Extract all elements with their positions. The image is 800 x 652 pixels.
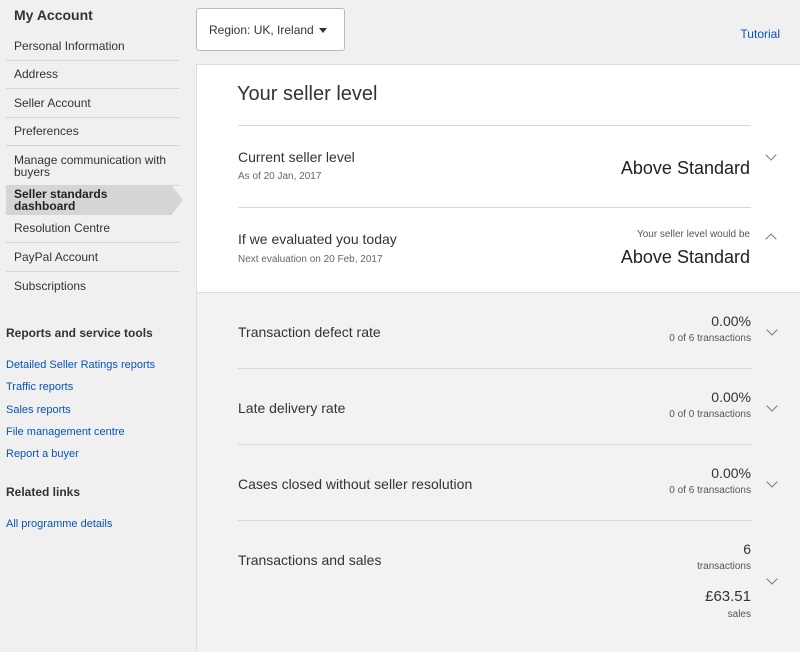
cases-closed-label: Cases closed without seller resolution <box>238 476 473 492</box>
tutorial-link[interactable]: Tutorial <box>740 27 780 41</box>
sidebar-item-address[interactable]: Address <box>6 61 179 89</box>
sidebar-item-preferences[interactable]: Preferences <box>6 118 179 146</box>
transaction-defect-rate-label: Transaction defect rate <box>238 324 381 340</box>
late-delivery-rate-sub: 0 of 0 transactions <box>669 409 751 420</box>
chevron-down-icon[interactable] <box>765 149 777 161</box>
related-links-heading: Related links <box>6 485 81 499</box>
divider <box>238 368 751 369</box>
sales-amount: £63.51 <box>705 588 751 605</box>
sidebar-item-resolution-centre[interactable]: Resolution Centre <box>6 215 179 243</box>
link-file-management-centre[interactable]: File management centre <box>6 425 155 447</box>
link-report-a-buyer[interactable]: Report a buyer <box>6 447 155 469</box>
divider <box>238 207 751 208</box>
account-nav: Personal Information Address Seller Acco… <box>6 32 183 301</box>
divider <box>238 520 751 521</box>
sidebar-item-seller-standards-dashboard[interactable]: Seller standards dashboard <box>6 186 183 215</box>
related-links: All programme details <box>6 517 112 539</box>
sidebar-item-subscriptions[interactable]: Subscriptions <box>6 272 179 301</box>
chevron-down-icon[interactable] <box>766 400 778 412</box>
region-dropdown[interactable]: Region: UK, Ireland <box>196 8 345 51</box>
current-level-value: Above Standard <box>620 158 750 178</box>
transactions-and-sales-label: Transactions and sales <box>238 552 382 568</box>
cases-closed-value: 0.00% <box>711 465 751 481</box>
seller-level-panel: Your seller level Current seller level A… <box>196 64 800 652</box>
transaction-defect-rate-sub: 0 of 6 transactions <box>669 333 751 344</box>
chevron-down-icon[interactable] <box>766 324 778 336</box>
metrics-section: Transaction defect rate 0.00% 0 of 6 tra… <box>197 292 800 652</box>
sidebar-title: My Account <box>14 7 93 23</box>
transactions-count-unit: transactions <box>697 561 751 572</box>
chevron-down-icon <box>319 28 327 33</box>
evaluated-note: Your seller level would be <box>636 229 750 240</box>
sales-unit: sales <box>727 609 751 620</box>
link-sales-reports[interactable]: Sales reports <box>6 403 155 425</box>
sidebar-item-manage-communication[interactable]: Manage communication with buyers <box>6 146 179 186</box>
reports-links: Detailed Seller Ratings reports Traffic … <box>6 358 155 469</box>
divider <box>238 444 751 445</box>
sidebar-item-seller-account[interactable]: Seller Account <box>6 89 179 118</box>
link-all-programme-details[interactable]: All programme details <box>6 517 112 539</box>
link-traffic-reports[interactable]: Traffic reports <box>6 380 155 402</box>
panel-title: Your seller level <box>237 83 378 105</box>
reports-heading: Reports and service tools <box>6 326 153 340</box>
late-delivery-rate-label: Late delivery rate <box>238 400 346 416</box>
late-delivery-rate-value: 0.00% <box>711 389 751 405</box>
cases-closed-sub: 0 of 6 transactions <box>669 485 751 496</box>
chevron-down-icon[interactable] <box>766 573 778 585</box>
next-evaluation-date: Next evaluation on 20 Feb, 2017 <box>238 254 383 265</box>
sidebar-item-personal-information[interactable]: Personal Information <box>6 32 179 61</box>
transaction-defect-rate-value: 0.00% <box>711 313 751 329</box>
chevron-up-icon[interactable] <box>765 233 777 245</box>
divider <box>238 125 751 126</box>
sidebar-item-paypal-account[interactable]: PayPal Account <box>6 243 179 272</box>
link-detailed-seller-ratings[interactable]: Detailed Seller Ratings reports <box>6 358 155 380</box>
chevron-down-icon[interactable] <box>766 476 778 488</box>
region-dropdown-label: Region: UK, Ireland <box>209 22 314 37</box>
current-level-label: Current seller level <box>238 149 355 165</box>
current-level-date: As of 20 Jan, 2017 <box>238 171 322 182</box>
evaluated-level-value: Above Standard <box>620 247 750 267</box>
evaluated-label: If we evaluated you today <box>238 231 397 247</box>
sidebar: My Account Personal Information Address … <box>0 0 195 652</box>
transactions-count: 6 <box>743 541 751 557</box>
